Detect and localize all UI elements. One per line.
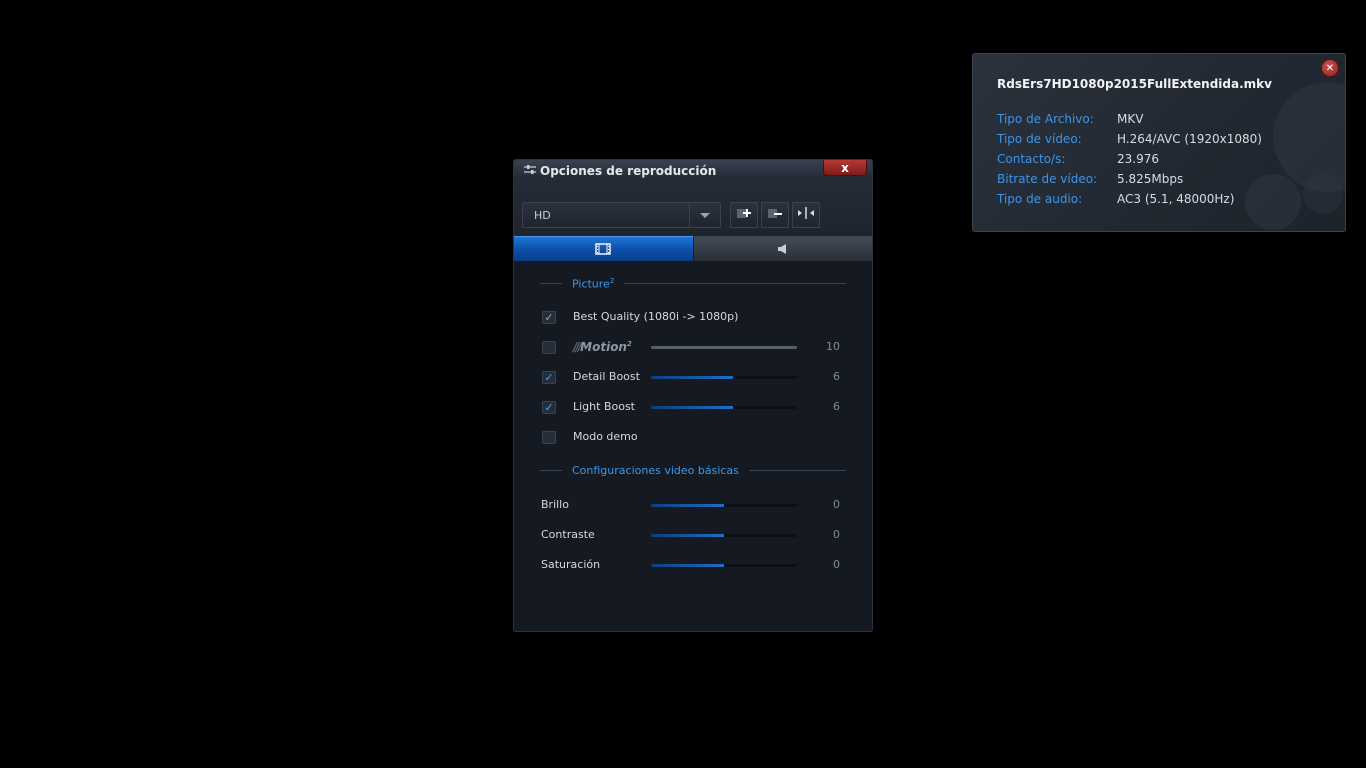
add-preset-button[interactable] bbox=[730, 202, 758, 228]
motion-slider[interactable] bbox=[651, 346, 797, 349]
speaker-icon bbox=[777, 240, 789, 259]
best-quality-checkbox[interactable]: ✓ bbox=[542, 311, 556, 324]
info-value: 5.825Mbps bbox=[1117, 172, 1184, 186]
info-key: Tipo de Archivo: bbox=[997, 112, 1094, 126]
sliders-icon bbox=[524, 164, 536, 178]
playback-options-panel: Opciones de reproducción x HD Picture2 ✓… bbox=[513, 159, 873, 632]
demo-mode-label: Modo demo bbox=[573, 430, 638, 443]
detail-boost-value: 6 bbox=[833, 370, 840, 383]
saturation-value: 0 bbox=[833, 558, 840, 571]
media-info-panel: ✕ RdsErs7HD1080p2015FullExtendida.mkv Ti… bbox=[972, 53, 1346, 232]
info-row: Tipo de Archivo: MKV bbox=[997, 112, 1143, 126]
divider bbox=[748, 470, 846, 471]
motion-label: ///Motion2 bbox=[573, 340, 632, 354]
compare-button[interactable] bbox=[792, 202, 820, 228]
picture-section-header: Picture2 bbox=[540, 277, 846, 291]
add-preset-icon bbox=[736, 206, 752, 224]
demo-mode-checkbox[interactable] bbox=[542, 431, 556, 444]
info-close-button[interactable]: ✕ bbox=[1321, 59, 1339, 77]
film-reel-decoration bbox=[1245, 174, 1301, 230]
chevron-down-icon[interactable] bbox=[689, 203, 720, 227]
mode-tabs bbox=[514, 236, 872, 261]
file-name: RdsErs7HD1080p2015FullExtendida.mkv bbox=[997, 77, 1272, 91]
light-boost-slider[interactable] bbox=[651, 406, 797, 409]
light-boost-label: Light Boost bbox=[573, 400, 635, 413]
brightness-value: 0 bbox=[833, 498, 840, 511]
picture-section-label: Picture2 bbox=[572, 277, 615, 291]
slider-fill bbox=[651, 504, 724, 507]
info-row: Tipo de vídeo: H.264/AVC (1920x1080) bbox=[997, 132, 1262, 146]
info-value: MKV bbox=[1117, 112, 1144, 126]
remove-preset-icon bbox=[767, 206, 783, 224]
preset-value: HD bbox=[534, 208, 551, 222]
divider bbox=[540, 283, 562, 285]
panel-title-text: Opciones de reproducción bbox=[540, 164, 717, 178]
slider-fill bbox=[651, 534, 724, 537]
best-quality-label: Best Quality (1080i -> 1080p) bbox=[573, 310, 739, 323]
close-icon: ✕ bbox=[1325, 62, 1335, 74]
contrast-label: Contraste bbox=[541, 528, 595, 541]
info-key: Tipo de audio: bbox=[997, 192, 1083, 206]
detail-boost-row: ✓ Detail Boost 6 bbox=[514, 368, 872, 386]
info-value: 23.976 bbox=[1117, 152, 1159, 166]
brightness-slider[interactable] bbox=[651, 504, 797, 507]
info-key: Contacto/s: bbox=[997, 152, 1066, 166]
check-icon: ✓ bbox=[544, 371, 554, 384]
contrast-row: Contraste 0 bbox=[514, 526, 872, 544]
info-value: AC3 (5.1, 48000Hz) bbox=[1117, 192, 1235, 206]
light-boost-row: ✓ Light Boost 6 bbox=[514, 398, 872, 416]
info-key: Bitrate de vídeo: bbox=[997, 172, 1098, 186]
basic-settings-section-label: Configuraciones video básicas bbox=[572, 464, 739, 477]
slider-fill bbox=[651, 376, 733, 379]
info-row: Bitrate de vídeo: 5.825Mbps bbox=[997, 172, 1183, 186]
brightness-row: Brillo 0 bbox=[514, 496, 872, 514]
divider bbox=[540, 470, 562, 471]
detail-boost-checkbox[interactable]: ✓ bbox=[542, 371, 556, 384]
saturation-label: Saturación bbox=[541, 558, 601, 571]
split-compare-icon bbox=[797, 207, 815, 223]
best-quality-row: ✓ Best Quality (1080i -> 1080p) bbox=[514, 308, 872, 326]
check-icon: ✓ bbox=[544, 311, 554, 324]
slider-fill bbox=[651, 406, 733, 409]
divider bbox=[624, 283, 846, 285]
motion-checkbox[interactable] bbox=[542, 341, 556, 354]
film-icon bbox=[595, 240, 611, 259]
remove-preset-button[interactable] bbox=[761, 202, 789, 228]
preset-dropdown[interactable]: HD bbox=[522, 202, 721, 228]
motion-value: 10 bbox=[826, 340, 840, 353]
tab-video[interactable] bbox=[514, 236, 693, 261]
panel-title[interactable]: Opciones de reproducción bbox=[524, 164, 716, 178]
saturation-row: Saturación 0 bbox=[514, 556, 872, 574]
check-icon: ✓ bbox=[544, 401, 554, 414]
close-button[interactable]: x bbox=[823, 160, 867, 176]
detail-boost-label: Detail Boost bbox=[573, 370, 640, 383]
contrast-value: 0 bbox=[833, 528, 840, 541]
tab-audio[interactable] bbox=[692, 236, 872, 261]
detail-boost-slider[interactable] bbox=[651, 376, 797, 379]
basic-settings-section-header: Configuraciones video básicas bbox=[540, 464, 846, 477]
demo-mode-row: Modo demo bbox=[514, 428, 872, 446]
contrast-slider[interactable] bbox=[651, 534, 797, 537]
brightness-label: Brillo bbox=[541, 498, 569, 511]
info-row: Contacto/s: 23.976 bbox=[997, 152, 1159, 166]
info-value: H.264/AVC (1920x1080) bbox=[1117, 132, 1262, 146]
motion-row: ///Motion2 10 bbox=[514, 338, 872, 356]
info-row: Tipo de audio: AC3 (5.1, 48000Hz) bbox=[997, 192, 1234, 206]
saturation-slider[interactable] bbox=[651, 564, 797, 567]
slider-fill bbox=[651, 564, 724, 567]
close-icon: x bbox=[841, 160, 849, 175]
info-key: Tipo de vídeo: bbox=[997, 132, 1082, 146]
light-boost-value: 6 bbox=[833, 400, 840, 413]
panel-header: Opciones de reproducción x HD bbox=[514, 160, 872, 236]
light-boost-checkbox[interactable]: ✓ bbox=[542, 401, 556, 414]
film-reel-decoration bbox=[1303, 174, 1343, 214]
